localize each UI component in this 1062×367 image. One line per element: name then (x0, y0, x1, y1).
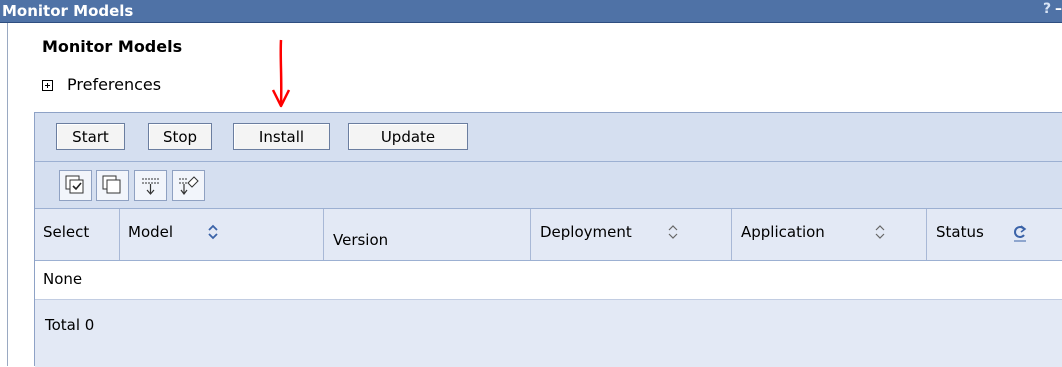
portlet-title: Monitor Models (2, 2, 134, 20)
clear-filter-icon[interactable] (172, 170, 205, 201)
table-toolbar (35, 162, 1062, 209)
deselect-all-icon[interactable] (96, 170, 129, 201)
column-header-select: Select (43, 223, 90, 241)
refresh-icon[interactable] (1012, 223, 1028, 243)
update-button[interactable]: Update (348, 123, 468, 150)
minimize-icon[interactable]: – (1055, 1, 1062, 20)
empty-table-row: None (35, 261, 1062, 300)
red-arrow-annotation (271, 39, 291, 108)
sort-icon[interactable] (206, 223, 220, 241)
show-filter-icon[interactable] (134, 170, 167, 201)
install-button[interactable]: Install (233, 123, 330, 150)
portlet-title-bar: Monitor Models ? – (0, 0, 1062, 23)
help-icon[interactable]: ? (1040, 1, 1054, 20)
start-button[interactable]: Start (56, 123, 125, 150)
sort-icon[interactable] (666, 223, 680, 241)
table-header-row: Select Model Version Deployment Applicat… (35, 209, 1062, 261)
action-button-bar: Start Stop Install Update (35, 113, 1062, 162)
column-header-status: Status (927, 209, 1062, 260)
table-total-row: Total 0 (35, 300, 1062, 367)
column-header-version: Version (333, 231, 389, 249)
expand-plus-icon[interactable] (42, 80, 53, 91)
stop-button[interactable]: Stop (148, 123, 212, 150)
monitor-models-collection: Start Stop Install Update Select Model V… (34, 112, 1062, 367)
column-header-model[interactable]: Model (120, 209, 323, 260)
portlet-left-border (7, 23, 8, 366)
column-header-application[interactable]: Application (732, 209, 926, 260)
select-all-icon[interactable] (59, 170, 92, 201)
preferences-link[interactable]: Preferences (67, 75, 161, 94)
sort-icon[interactable] (873, 223, 887, 241)
page-title: Monitor Models (42, 37, 183, 56)
column-header-deployment[interactable]: Deployment (531, 209, 731, 260)
